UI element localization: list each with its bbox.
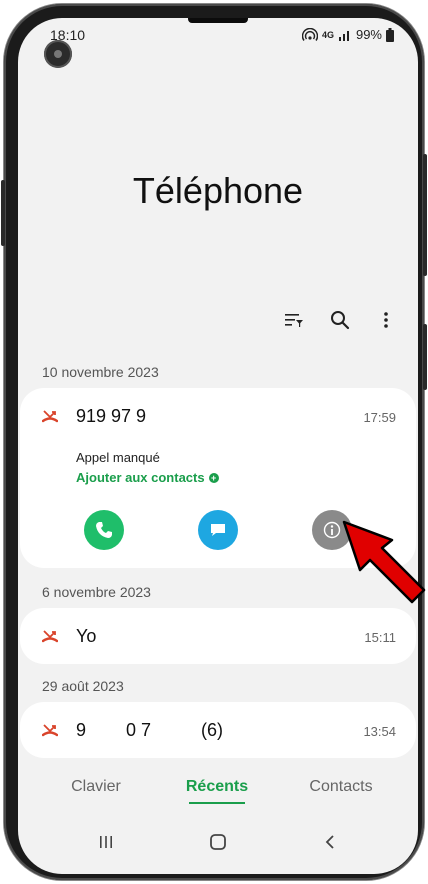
call-type-label: Appel manqué bbox=[76, 450, 160, 465]
active-tab-indicator bbox=[189, 802, 245, 804]
home-icon[interactable] bbox=[206, 830, 230, 854]
call-log-card[interactable]: 9 0 7 (6) 13:54 bbox=[20, 702, 416, 758]
call-button[interactable] bbox=[84, 510, 124, 550]
toolbar bbox=[280, 306, 400, 334]
call-log-card[interactable]: Yo 15:11 bbox=[20, 608, 416, 664]
call-log-row[interactable]: 9 0 7 (6) 13:54 bbox=[20, 706, 416, 754]
more-vertical-icon[interactable] bbox=[372, 306, 400, 334]
power-button bbox=[423, 324, 427, 390]
network-type: 4G bbox=[321, 29, 334, 40]
call-time: 15:11 bbox=[364, 630, 396, 645]
call-time: 17:59 bbox=[363, 410, 396, 425]
back-icon[interactable] bbox=[318, 830, 342, 854]
date-header: 29 août 2023 bbox=[42, 678, 124, 694]
tab-keypad[interactable]: Clavier bbox=[68, 778, 124, 796]
navigation-bar bbox=[18, 824, 418, 860]
phone-frame: 18:10 4G 99% Téléphone 10 novembre 2023 … bbox=[1, 4, 427, 880]
call-time: 13:54 bbox=[363, 724, 396, 739]
search-icon[interactable] bbox=[326, 306, 354, 334]
annotation-arrow-icon bbox=[342, 520, 426, 604]
missed-call-icon bbox=[42, 724, 58, 737]
page-title: Téléphone bbox=[132, 170, 304, 211]
recent-apps-icon[interactable] bbox=[94, 830, 118, 854]
battery-percent: 99% bbox=[355, 27, 382, 42]
front-camera bbox=[44, 40, 72, 68]
add-to-contacts-label: Ajouter aux contacts bbox=[76, 470, 205, 485]
bottom-tabs: Clavier Récents Contacts bbox=[18, 778, 418, 814]
bixby-button bbox=[423, 154, 427, 276]
caller-name: Yo bbox=[76, 626, 97, 646]
battery-icon bbox=[386, 27, 394, 42]
screen: 18:10 4G 99% Téléphone 10 novembre 2023 … bbox=[18, 18, 418, 874]
status-icons: 4G 99% bbox=[301, 27, 394, 42]
tab-recents[interactable]: Récents bbox=[184, 778, 250, 796]
plus-circle-icon: + bbox=[208, 472, 219, 483]
status-bar: 18:10 4G 99% bbox=[18, 18, 418, 52]
call-log-row[interactable]: 919 97 9 17:59 bbox=[20, 392, 416, 440]
date-header: 6 novembre 2023 bbox=[42, 584, 151, 600]
caller-number: 9 0 7 (6) bbox=[76, 720, 224, 740]
signal-icon bbox=[338, 30, 349, 41]
filter-list-icon[interactable] bbox=[280, 306, 308, 334]
hotspot-icon bbox=[301, 27, 318, 41]
message-icon bbox=[211, 524, 225, 536]
call-log-row[interactable]: Yo 15:11 bbox=[20, 612, 416, 660]
date-header: 10 novembre 2023 bbox=[42, 364, 159, 380]
phone-icon bbox=[96, 522, 112, 538]
missed-call-icon bbox=[42, 630, 58, 643]
add-to-contacts-link[interactable]: Ajouter aux contacts + bbox=[76, 470, 219, 485]
caller-number: 919 97 9 bbox=[76, 406, 147, 426]
tab-contacts[interactable]: Contacts bbox=[304, 778, 378, 796]
volume-button bbox=[1, 180, 5, 246]
missed-call-icon bbox=[42, 410, 58, 423]
message-button[interactable] bbox=[198, 510, 238, 550]
